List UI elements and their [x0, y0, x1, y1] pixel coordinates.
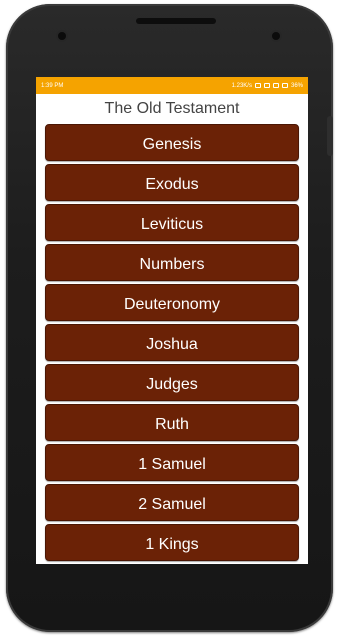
status-bar: 1:39 PM 1.23K/s 36%	[36, 77, 308, 94]
book-button-deuteronomy[interactable]: Deuteronomy	[45, 284, 299, 321]
status-indicators: 1.23K/s 36%	[232, 83, 303, 89]
book-list: Genesis Exodus Leviticus Numbers Deutero…	[36, 124, 308, 561]
book-button-1-kings[interactable]: 1 Kings	[45, 524, 299, 561]
network-speed: 1.23K/s	[231, 82, 252, 89]
book-button-exodus[interactable]: Exodus	[45, 164, 299, 201]
alarm-icon	[254, 83, 261, 88]
signal-icon	[272, 83, 279, 88]
app-screen: 1:39 PM 1.23K/s 36% The Old Testament Ge…	[36, 77, 308, 564]
book-button-ruth[interactable]: Ruth	[45, 404, 299, 441]
book-button-2-samuel[interactable]: 2 Samuel	[45, 484, 299, 521]
earpiece-speaker	[136, 18, 216, 24]
power-button	[327, 116, 333, 156]
book-button-genesis[interactable]: Genesis	[45, 124, 299, 161]
status-time: 1:39 PM	[41, 82, 64, 89]
book-button-leviticus[interactable]: Leviticus	[45, 204, 299, 241]
battery-percent: 36%	[290, 82, 303, 89]
proximity-sensor-icon	[272, 32, 280, 40]
book-button-1-samuel[interactable]: 1 Samuel	[45, 444, 299, 481]
bottom-bezel	[36, 564, 308, 604]
wifi-icon	[263, 83, 270, 88]
page-title: The Old Testament	[104, 100, 240, 117]
book-button-joshua[interactable]: Joshua	[45, 324, 299, 361]
book-button-numbers[interactable]: Numbers	[45, 244, 299, 281]
front-camera-icon	[58, 32, 66, 40]
battery-icon	[281, 83, 288, 88]
book-button-judges[interactable]: Judges	[45, 364, 299, 401]
